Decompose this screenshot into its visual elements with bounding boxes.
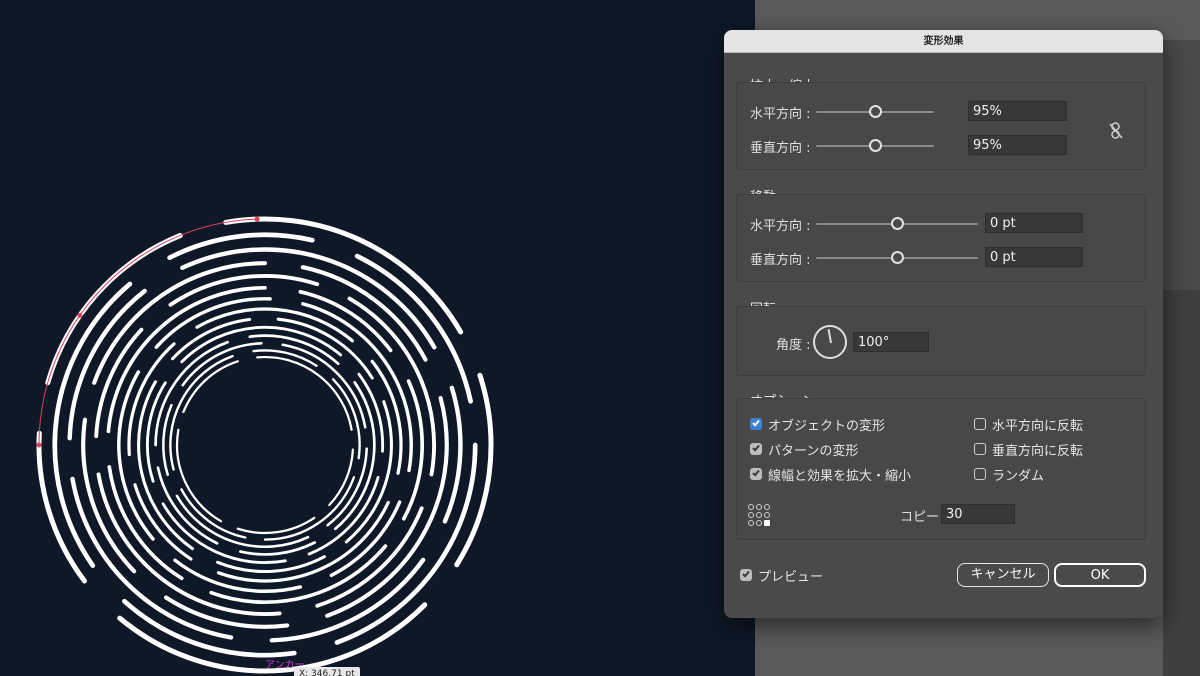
anchor-point-icon[interactable] bbox=[36, 442, 42, 448]
spiral-arc-segment[interactable] bbox=[154, 340, 229, 447]
move-vertical-label: 垂直方向 : bbox=[750, 253, 811, 268]
random-checkbox[interactable]: ランダム bbox=[974, 465, 1045, 484]
reflect-x-label: 水平方向に反転 bbox=[992, 418, 1084, 434]
spiral-arc-segment[interactable] bbox=[276, 317, 374, 380]
spiral-arc-segment[interactable] bbox=[401, 379, 424, 521]
anchor-point-icon[interactable] bbox=[254, 216, 260, 222]
checkbox-checked-icon[interactable] bbox=[750, 443, 762, 455]
scale-vertical-slider[interactable] bbox=[816, 139, 934, 152]
preview-checkbox[interactable]: プレビュー bbox=[740, 566, 824, 585]
transform-effect-dialog: 変形効果 拡大・縮小 水平方向 : 垂直方向 : 移動 水平方向 : 垂直方向 … bbox=[724, 30, 1163, 618]
preview-label: プレビュー bbox=[758, 569, 824, 585]
scale-vertical-label: 垂直方向 : bbox=[750, 141, 811, 156]
copies-input[interactable] bbox=[941, 504, 1015, 524]
scale-horizontal-slider-thumb[interactable] bbox=[869, 105, 882, 118]
spiral-arc-segment[interactable] bbox=[333, 380, 376, 531]
checkbox-unchecked-icon[interactable] bbox=[974, 443, 986, 455]
anchor-point-icon[interactable] bbox=[77, 312, 83, 318]
move-horizontal-slider[interactable] bbox=[816, 217, 978, 230]
random-label: ランダム bbox=[992, 468, 1045, 484]
angle-dial-needle bbox=[827, 329, 832, 344]
panel-edge-lower bbox=[1163, 290, 1200, 676]
spiral-arc-segment[interactable] bbox=[328, 448, 355, 507]
transform-patterns-checkbox[interactable]: パターンの変形 bbox=[750, 440, 859, 459]
scale-horizontal-slider[interactable] bbox=[816, 105, 934, 118]
scale-horizontal-label: 水平方向 : bbox=[750, 107, 811, 122]
checkbox-unchecked-icon[interactable] bbox=[974, 418, 986, 430]
transform-objects-label: オブジェクトの変形 bbox=[768, 418, 886, 434]
spiral-arc-segment[interactable] bbox=[92, 261, 268, 385]
spiral-arc-segment[interactable] bbox=[256, 355, 353, 431]
spiral-arc-segment[interactable] bbox=[167, 232, 315, 261]
transform-objects-checkbox[interactable]: オブジェクトの変形 bbox=[750, 415, 886, 434]
move-vertical-slider-thumb[interactable] bbox=[891, 251, 904, 264]
coordinate-readout: X: 346.71 pt bbox=[294, 667, 360, 676]
reference-point-icon[interactable] bbox=[748, 504, 770, 526]
spiral-arc-segment[interactable] bbox=[307, 475, 380, 556]
move-horizontal-input[interactable] bbox=[985, 213, 1083, 233]
spiral-arc-segment[interactable] bbox=[45, 233, 183, 386]
scale-vertical-slider-thumb[interactable] bbox=[869, 139, 882, 152]
transform-patterns-label: パターンの変形 bbox=[768, 443, 859, 459]
spiral-arc-segment[interactable] bbox=[173, 558, 303, 593]
scale-group bbox=[736, 82, 1146, 170]
move-horizontal-slider-thumb[interactable] bbox=[891, 217, 904, 230]
copies-label: コピー bbox=[900, 510, 940, 525]
spiral-arc-segment[interactable] bbox=[263, 476, 356, 541]
spiral-arc-segment[interactable] bbox=[239, 541, 317, 556]
spiral-arc-segment[interactable] bbox=[281, 343, 367, 429]
scale-strokes-checkbox[interactable]: 線幅と効果を拡大・縮小 bbox=[750, 465, 912, 484]
spiral-arc-segment[interactable] bbox=[169, 354, 234, 471]
ok-button[interactable]: OK bbox=[1054, 563, 1146, 587]
dialog-title[interactable]: 変形効果 bbox=[724, 30, 1163, 53]
reflect-x-checkbox[interactable]: 水平方向に反転 bbox=[974, 415, 1084, 434]
spiral-arc-segment[interactable] bbox=[209, 544, 388, 604]
unlink-icon[interactable] bbox=[1108, 122, 1124, 140]
checkbox-unchecked-icon[interactable] bbox=[974, 468, 986, 480]
spiral-artwork[interactable] bbox=[0, 0, 755, 676]
move-vertical-slider[interactable] bbox=[816, 251, 978, 264]
scale-vertical-input[interactable] bbox=[968, 135, 1067, 155]
checkbox-checked-icon[interactable] bbox=[740, 569, 752, 581]
scale-horizontal-input[interactable] bbox=[968, 101, 1067, 121]
spiral-arc-segment[interactable] bbox=[127, 342, 176, 457]
move-horizontal-label: 水平方向 : bbox=[750, 219, 811, 234]
reflect-y-label: 垂直方向に反転 bbox=[992, 443, 1084, 459]
artboard-canvas[interactable] bbox=[0, 0, 755, 676]
angle-dial[interactable] bbox=[813, 325, 847, 359]
move-vertical-input[interactable] bbox=[985, 247, 1083, 267]
spiral-arc-segment[interactable] bbox=[331, 378, 361, 460]
cancel-button[interactable]: キャンセル bbox=[957, 563, 1049, 587]
spiral-arc-segment[interactable] bbox=[96, 472, 282, 616]
move-group bbox=[736, 194, 1146, 282]
checkbox-checked-icon[interactable] bbox=[750, 468, 762, 480]
scale-strokes-label: 線幅と効果を拡大・縮小 bbox=[768, 468, 912, 484]
angle-label: 角度 : bbox=[776, 338, 811, 353]
panel-edge bbox=[1163, 40, 1200, 290]
checkbox-checked-icon[interactable] bbox=[750, 418, 762, 430]
reflect-y-checkbox[interactable]: 垂直方向に反転 bbox=[974, 440, 1084, 459]
angle-input[interactable] bbox=[853, 332, 929, 352]
